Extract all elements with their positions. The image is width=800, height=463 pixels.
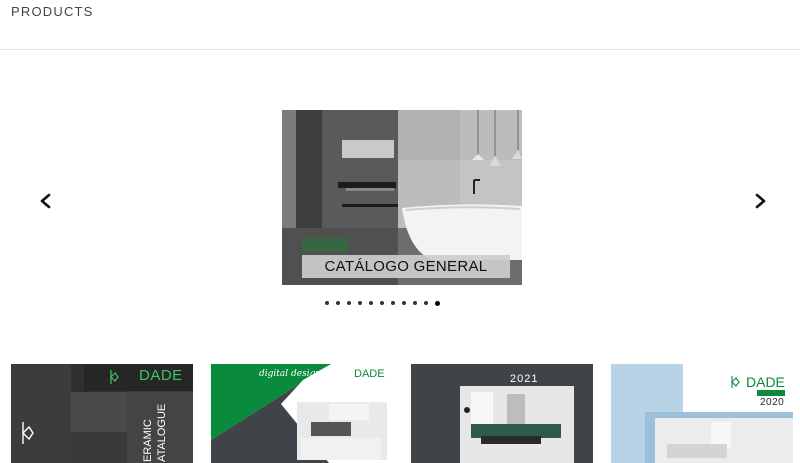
thumb1-brand: DADE bbox=[139, 367, 183, 384]
thumb1-side-text-2: ATALOGUE bbox=[156, 403, 168, 462]
carousel-next-button[interactable] bbox=[747, 188, 773, 214]
thumb4-brand: DADE bbox=[746, 374, 785, 390]
slide-caption: CATÁLOGO GENERAL bbox=[302, 255, 510, 278]
carousel-dot-9[interactable] bbox=[413, 301, 417, 305]
carousel-dot-6[interactable] bbox=[380, 301, 384, 305]
product-carousel: CATÁLOGO GENERAL bbox=[0, 50, 800, 350]
catalogue-thumb-digital-design[interactable]: digital design DADE bbox=[211, 364, 393, 463]
carousel-dot-7[interactable] bbox=[391, 301, 395, 305]
thumb2-brand: DADE bbox=[354, 368, 385, 380]
header-bar: PRODUCTS bbox=[0, 0, 800, 50]
carousel-prev-button[interactable] bbox=[33, 188, 59, 214]
catalogue-cover-3 bbox=[411, 364, 593, 463]
carousel-dot-1[interactable] bbox=[325, 301, 329, 305]
catalogue-thumb-ceramic[interactable]: DADE ERAMIC ATALOGUE bbox=[11, 364, 193, 463]
catalogue-thumb-2020[interactable]: DADE 2020 bbox=[611, 364, 793, 463]
page-title: PRODUCTS bbox=[11, 4, 94, 19]
catalogue-thumbnails: DADE ERAMIC ATALOGUE digital design DADE bbox=[0, 364, 800, 463]
carousel-dot-2[interactable] bbox=[336, 301, 340, 305]
catalogue-thumb-2021[interactable]: 2021 bbox=[411, 364, 593, 463]
carousel-dot-4[interactable] bbox=[358, 301, 362, 305]
thumb1-side-text-1: ERAMIC bbox=[142, 419, 154, 462]
carousel-dot-3[interactable] bbox=[347, 301, 351, 305]
carousel-dot-5[interactable] bbox=[369, 301, 373, 305]
thumb3-year: 2021 bbox=[510, 373, 539, 385]
carousel-pagination bbox=[325, 300, 440, 309]
chevron-right-icon bbox=[755, 193, 766, 209]
carousel-dot-11-active[interactable] bbox=[435, 300, 440, 306]
thumb2-script-text: digital design bbox=[259, 369, 322, 379]
chevron-left-icon bbox=[40, 193, 51, 209]
carousel-dot-8[interactable] bbox=[402, 301, 406, 305]
carousel-slide[interactable]: CATÁLOGO GENERAL bbox=[282, 110, 522, 285]
thumb4-year: 2020 bbox=[760, 397, 785, 408]
carousel-dot-10[interactable] bbox=[424, 301, 428, 305]
